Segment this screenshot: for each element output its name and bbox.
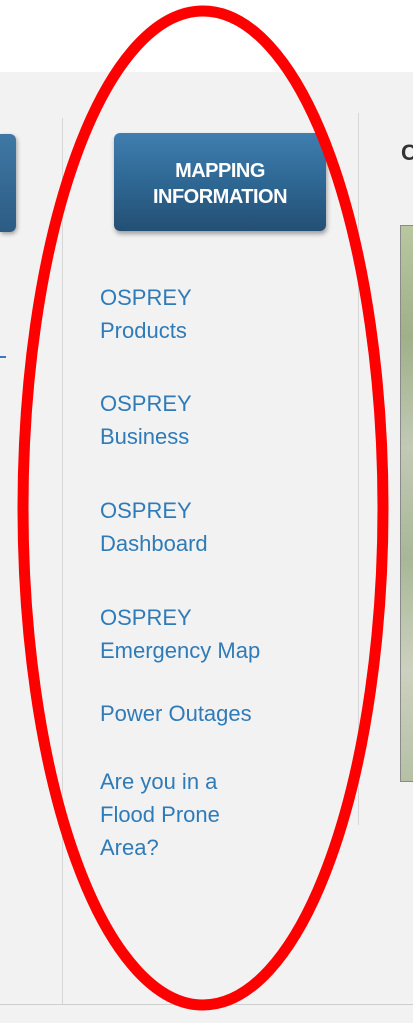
link-osprey-products[interactable]: OSPREY Products: [100, 281, 340, 347]
left-column-button[interactable]: [0, 134, 16, 232]
mapping-links-list: OSPREY Products OSPREY Business OSPREY D…: [100, 281, 340, 906]
link-osprey-business[interactable]: OSPREY Business: [100, 387, 340, 453]
right-column-heading: C: [401, 140, 413, 165]
map-thumbnail[interactable]: [400, 225, 413, 782]
column-divider-left: [62, 118, 63, 1004]
link-osprey-dashboard[interactable]: OSPREY Dashboard: [100, 494, 340, 560]
link-flood-prone-area[interactable]: Are you in a Flood Prone Area?: [100, 765, 340, 864]
bottom-divider: [0, 1004, 413, 1005]
link-power-outages[interactable]: Power Outages: [100, 697, 340, 730]
link-osprey-emergency-map[interactable]: OSPREY Emergency Map: [100, 601, 340, 667]
column-divider-right: [358, 113, 359, 825]
mapping-information-label: MAPPING INFORMATION: [152, 160, 288, 208]
mapping-information-button[interactable]: MAPPING INFORMATION: [114, 133, 326, 231]
left-column-text-fragment: [0, 356, 6, 358]
